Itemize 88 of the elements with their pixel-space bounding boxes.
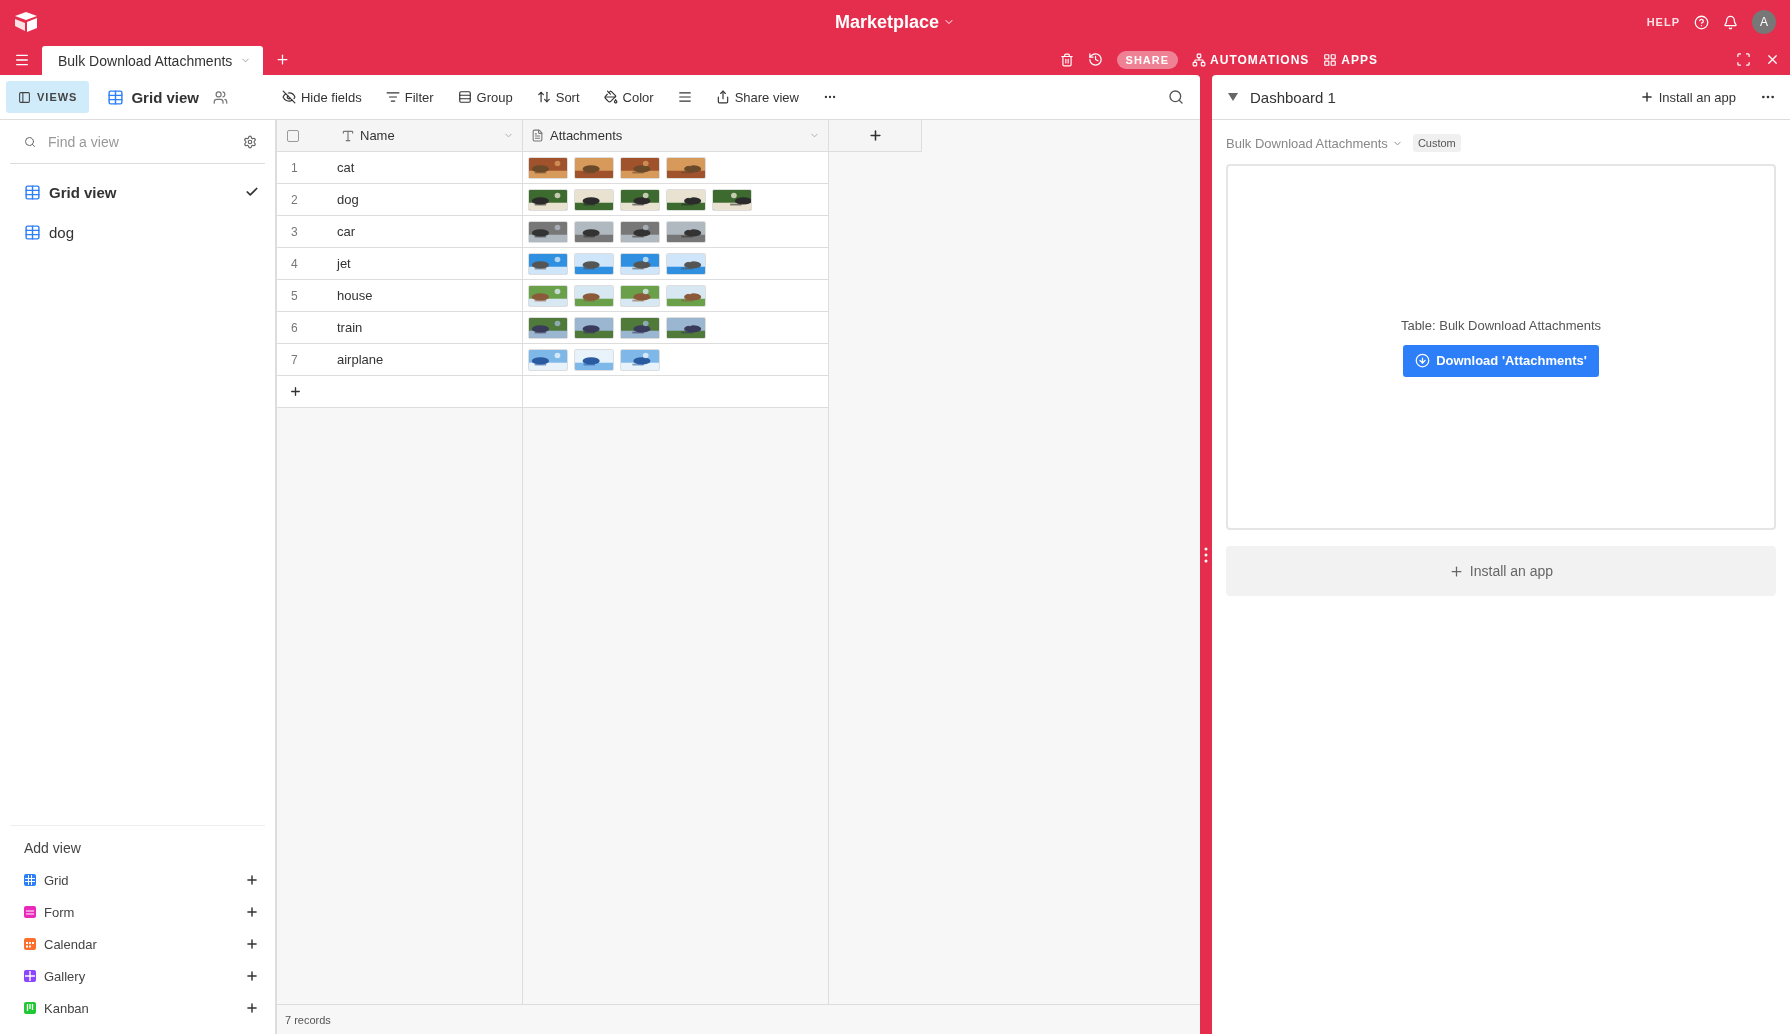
plus-icon [867, 128, 883, 143]
grid-view-icon [107, 88, 125, 106]
sort-button[interactable]: Sort [526, 82, 590, 112]
rows-icon [457, 90, 472, 104]
row-number: 5 [277, 280, 337, 312]
plus-icon [245, 1001, 259, 1015]
people-icon[interactable] [213, 89, 228, 105]
table-cell: train [337, 312, 523, 344]
table-cell: jet [337, 248, 523, 280]
resize-handle[interactable] [1204, 546, 1208, 563]
download-button[interactable]: Download 'Attachments' [1403, 344, 1599, 377]
find-view-field[interactable]: Find a view [46, 132, 233, 151]
column-header[interactable]: Attachments [523, 120, 829, 152]
plus-icon [245, 873, 259, 887]
eye-slash-icon [282, 90, 296, 104]
record-count: 7 records [285, 1013, 331, 1026]
table-cell: car [337, 216, 523, 248]
column-header[interactable]: Name [277, 120, 523, 152]
settings-icon[interactable] [243, 134, 257, 149]
checkmark-icon [245, 185, 259, 199]
network-icon [1192, 52, 1207, 67]
add-view-item[interactable]: Grid [24, 864, 259, 896]
table-cell: house [337, 280, 523, 312]
color-button[interactable]: Color [593, 82, 664, 112]
hide-fields-button[interactable]: Hide fields [272, 82, 372, 112]
search-icon [24, 135, 36, 148]
share-icon [715, 90, 730, 104]
grid-icon [1323, 52, 1338, 67]
filter-icon [385, 90, 400, 104]
row-number: 1 [277, 152, 337, 184]
row-number: 2 [277, 184, 337, 216]
download-icon [1415, 353, 1431, 368]
view-name-button[interactable]: Grid view [93, 82, 209, 112]
document-icon [531, 129, 544, 142]
dashboard-title[interactable]: Dashboard 1 [1228, 88, 1336, 106]
plus-icon [289, 385, 302, 398]
logo-icon[interactable] [14, 11, 38, 33]
grid-view-icon [24, 223, 41, 241]
paint-bucket-icon [603, 90, 618, 104]
grid-view-icon [24, 183, 41, 201]
table-tab[interactable]: Bulk Download Attachments [42, 46, 264, 75]
close-icon[interactable] [1765, 52, 1780, 67]
filter-button[interactable]: Filter [375, 82, 444, 112]
plus-icon [245, 905, 259, 919]
fullscreen-icon[interactable] [1736, 52, 1751, 67]
add-table-icon[interactable] [275, 52, 291, 67]
view-item[interactable]: dog [10, 212, 265, 252]
add-view-heading: Add view [24, 840, 82, 856]
sort-arrows-icon [536, 90, 551, 104]
table-picker[interactable]: Bulk Download Attachments [1226, 135, 1403, 151]
user-avatar[interactable]: A [1752, 10, 1776, 34]
lines-icon [677, 90, 692, 104]
row-number: 6 [277, 312, 337, 344]
base-title[interactable]: Marketplace [828, 10, 962, 34]
view-item[interactable]: Grid view [10, 172, 265, 212]
app-caption: Table: Bulk Download Attachments [1400, 317, 1602, 333]
search-icon[interactable] [1168, 89, 1184, 105]
table-cell: dog [337, 184, 523, 216]
table-cell: cat [337, 152, 523, 184]
plus-icon [245, 937, 259, 951]
text-field-icon [341, 128, 355, 143]
plus-icon [1639, 90, 1654, 104]
plus-icon [245, 969, 259, 983]
row-number: 4 [277, 248, 337, 280]
group-button[interactable]: Group [447, 82, 523, 112]
add-view-item[interactable]: Calendar [24, 928, 259, 960]
add-view-item[interactable]: Kanban [24, 992, 259, 1024]
caret-icon [1228, 93, 1238, 101]
add-field-button[interactable] [829, 120, 922, 152]
trash-icon[interactable] [1059, 52, 1074, 67]
views-button[interactable]: VIEWS [6, 81, 90, 113]
table-cell: airplane [337, 344, 523, 376]
plus-icon [1448, 563, 1464, 579]
share-view-button[interactable]: Share view [705, 82, 809, 112]
add-view-item[interactable]: Form [24, 896, 259, 928]
install-app-link[interactable]: Install an app [1633, 88, 1742, 106]
row-number: 7 [277, 344, 337, 376]
add-view-item[interactable]: Gallery [24, 960, 259, 992]
help-icon[interactable] [1694, 14, 1709, 30]
history-icon[interactable] [1087, 52, 1103, 67]
sidebar-icon [18, 90, 31, 104]
notification-bell-icon[interactable] [1723, 14, 1738, 30]
apps-button[interactable]: APPS [1323, 52, 1378, 67]
row-number: 3 [277, 216, 337, 248]
automations-button[interactable]: AUTOMATIONS [1192, 52, 1310, 67]
custom-badge: Custom [1412, 134, 1461, 152]
install-app-button[interactable]: Install an app [1226, 546, 1776, 596]
select-all-checkbox[interactable] [287, 129, 299, 142]
